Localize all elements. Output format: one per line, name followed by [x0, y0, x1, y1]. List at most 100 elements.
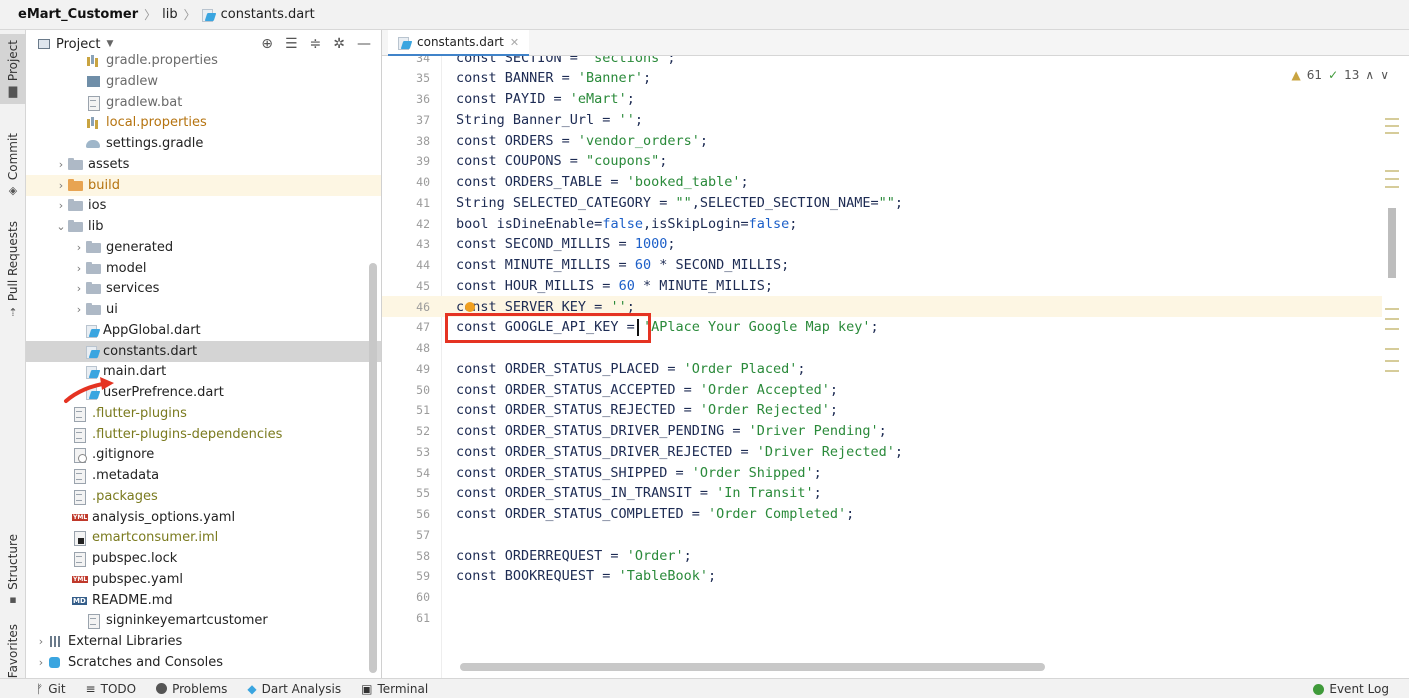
tree-item[interactable]: settings.gradle: [26, 133, 381, 154]
code-text: String SELECTED_CATEGORY = "",SELECTED_S…: [456, 194, 904, 211]
scroll-mark: [1385, 308, 1399, 310]
tree-item-label: pubspec.yaml: [92, 571, 183, 587]
code-line[interactable]: 56 const ORDER_STATUS_COMPLETED = 'Order …: [382, 504, 1382, 525]
close-icon[interactable]: ✕: [510, 36, 519, 49]
terminal-tool-button[interactable]: ▣ Terminal: [361, 682, 428, 696]
tree-item[interactable]: › ios: [26, 195, 381, 216]
code-text: const ORDER_STATUS_DRIVER_PENDING = 'Dri…: [456, 423, 887, 439]
tree-item[interactable]: › assets: [26, 154, 381, 175]
breadcrumb-folder[interactable]: lib: [162, 7, 177, 22]
code-line[interactable]: 54 const ORDER_STATUS_SHIPPED = 'Order Sh…: [382, 462, 1382, 483]
event-log-button[interactable]: Event Log: [1313, 679, 1389, 698]
tree-item[interactable]: ⌄ lib: [26, 216, 381, 237]
chevron-right-icon[interactable]: ›: [34, 635, 48, 648]
chevron-right-icon[interactable]: ›: [54, 179, 68, 192]
code-line[interactable]: 43 const SECOND_MILLIS = 1000;: [382, 234, 1382, 255]
tree-item[interactable]: local.properties: [26, 112, 381, 133]
tree-item[interactable]: analysis_options.yaml: [26, 507, 381, 528]
code-line[interactable]: 50 const ORDER_STATUS_ACCEPTED = 'Order A…: [382, 379, 1382, 400]
inspection-widget[interactable]: ▲ 61 ✓ 13 ∧ ∨: [1292, 68, 1389, 82]
chevron-right-icon[interactable]: ›: [54, 158, 68, 171]
tree-item[interactable]: emartconsumer.iml: [26, 527, 381, 548]
tree-item[interactable]: pubspec.yaml: [26, 569, 381, 590]
chevron-right-icon[interactable]: ›: [72, 282, 86, 295]
code-line[interactable]: 42 bool isDineEnable=false,isSkipLogin=fa…: [382, 213, 1382, 234]
commit-tool-button[interactable]: Commit ◈: [0, 130, 26, 200]
chevron-right-icon[interactable]: ›: [72, 241, 86, 254]
project-tree-scrollbar[interactable]: [369, 263, 377, 673]
code-line[interactable]: 55 const ORDER_STATUS_IN_TRANSIT = 'In Tr…: [382, 483, 1382, 504]
chevron-up-icon[interactable]: ∧: [1365, 68, 1374, 82]
project-tool-button[interactable]: Project ▇: [0, 34, 26, 104]
code-line[interactable]: 52 const ORDER_STATUS_DRIVER_PENDING = 'D…: [382, 421, 1382, 442]
todo-tool-button[interactable]: ≡ TODO: [86, 682, 137, 696]
tree-item[interactable]: gradlew.bat: [26, 92, 381, 113]
tree-item[interactable]: signinkeyemartcustomer: [26, 610, 381, 631]
tree-item-label: .metadata: [92, 468, 160, 483]
tree-item-label: constants.dart: [103, 343, 198, 359]
tree-item[interactable]: gradlew: [26, 71, 381, 92]
tree-item[interactable]: › Scratches and Consoles: [26, 652, 381, 673]
code-line[interactable]: 53 const ORDER_STATUS_DRIVER_REJECTED = '…: [382, 441, 1382, 462]
code-line[interactable]: 37 String Banner_Url = '';: [382, 109, 1382, 130]
line-number: 58: [416, 548, 430, 563]
code-area[interactable]: 34 const SECTION = 'sections'; 35 const BAN…: [382, 56, 1382, 678]
tree-item[interactable]: .metadata: [26, 465, 381, 486]
tree-item[interactable]: .flutter-plugins-dependencies: [26, 424, 381, 445]
chevron-right-icon[interactable]: ›: [54, 199, 68, 212]
line-number: 44: [416, 258, 430, 272]
horizontal-scrollbar[interactable]: [460, 663, 1045, 671]
tree-item[interactable]: README.md: [26, 590, 381, 611]
tree-item[interactable]: .gitignore: [26, 444, 381, 465]
code-text: const MINUTE_MILLIS = 60 * SECOND_MILLIS…: [456, 257, 790, 273]
chevron-right-icon[interactable]: ›: [72, 303, 86, 316]
code-line[interactable]: 34 const SECTION = 'sections';: [382, 56, 1382, 68]
code-text: const ORDER_STATUS_SHIPPED = 'Order Ship…: [456, 464, 822, 481]
code-line[interactable]: 44 const MINUTE_MILLIS = 60 * SECOND_MILL…: [382, 255, 1382, 276]
code-line[interactable]: 49 const ORDER_STATUS_PLACED = 'Order Pla…: [382, 358, 1382, 379]
code-line[interactable]: 45 const HOUR_MILLIS = 60 * MINUTE_MILLIS…: [382, 275, 1382, 296]
code-line[interactable]: 38 const ORDERS = 'vendor_orders';: [382, 130, 1382, 151]
tree-item[interactable]: pubspec.lock: [26, 548, 381, 569]
tree-item[interactable]: › External Libraries: [26, 631, 381, 652]
code-line[interactable]: 39 const COUPONS = "coupons";: [382, 151, 1382, 172]
tree-item[interactable]: constants.dart: [26, 340, 381, 362]
line-number: 53: [416, 444, 430, 459]
code-line[interactable]: 58 const ORDERREQUEST = 'Order';: [382, 545, 1382, 566]
breadcrumb-file[interactable]: constants.dart: [221, 7, 315, 22]
chevron-down-icon[interactable]: ∨: [1380, 68, 1389, 82]
code-line[interactable]: 35 const BANNER = 'Banner';: [382, 68, 1382, 89]
tree-item[interactable]: › model: [26, 258, 381, 279]
chevron-right-icon[interactable]: ›: [34, 656, 48, 669]
breadcrumb-project[interactable]: eMart_Customer: [18, 7, 138, 22]
tree-item[interactable]: .packages: [26, 486, 381, 507]
pull-requests-tool-button[interactable]: Pull Requests ⇡: [0, 220, 26, 320]
code-line[interactable]: 61: [382, 607, 1382, 628]
code-line[interactable]: 60: [382, 587, 1382, 608]
chevron-down-icon[interactable]: ▼: [106, 39, 113, 49]
structure-tool-button[interactable]: Structure ▪: [0, 530, 26, 610]
folder-icon: [86, 282, 102, 295]
tree-item[interactable]: gradle.properties: [26, 50, 381, 71]
code-line[interactable]: 57: [382, 524, 1382, 545]
tree-item[interactable]: › ui: [26, 299, 381, 320]
tree-item[interactable]: › build: [26, 174, 381, 196]
dart-analysis-tool-button[interactable]: ◆ Dart Analysis: [247, 682, 341, 696]
tree-item[interactable]: › services: [26, 278, 381, 299]
code-line[interactable]: 51 const ORDER_STATUS_REJECTED = 'Order R…: [382, 400, 1382, 421]
tab-constants-dart[interactable]: constants.dart ✕: [388, 30, 530, 56]
commit-tool-label: Commit: [6, 132, 20, 181]
git-tool-button[interactable]: ᚠ Git: [36, 682, 66, 696]
code-line[interactable]: 40 const ORDERS_TABLE = 'booked_table';: [382, 172, 1382, 193]
code-line[interactable]: 36 const PAYID = 'eMart';: [382, 89, 1382, 110]
problems-tool-button[interactable]: Problems: [156, 682, 227, 696]
tree-item[interactable]: AppGlobal.dart: [26, 320, 381, 341]
vertical-scrollbar-thumb[interactable]: [1388, 208, 1396, 278]
intention-bulb-icon[interactable]: [465, 302, 475, 312]
chevron-down-icon[interactable]: ⌄: [54, 220, 68, 233]
tree-item[interactable]: › generated: [26, 237, 381, 258]
code-line[interactable]: 59 const BOOKREQUEST = 'TableBook';: [382, 566, 1382, 587]
code-line[interactable]: 41 String SELECTED_CATEGORY = "",SELECTED…: [382, 192, 1382, 213]
tree-item[interactable]: .flutter-plugins: [26, 403, 381, 424]
chevron-right-icon[interactable]: ›: [72, 262, 86, 275]
